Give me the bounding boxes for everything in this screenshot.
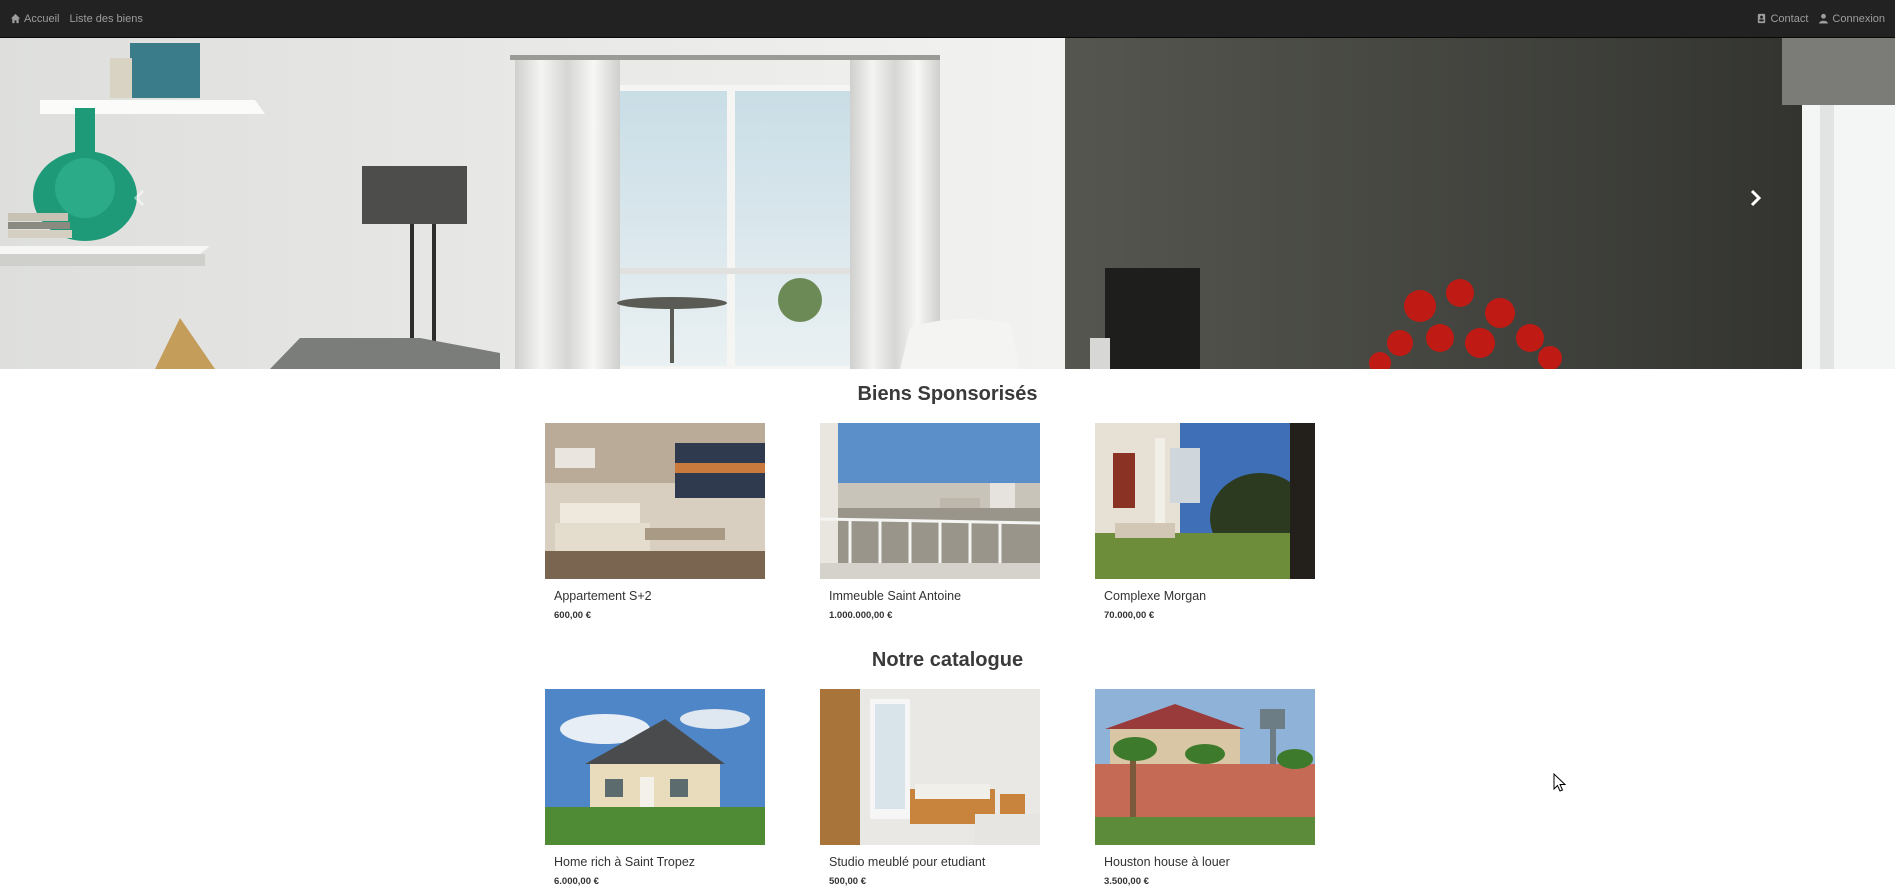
villa-garden-photo (1095, 423, 1315, 579)
property-price: 70.000,00 € (1104, 610, 1155, 621)
top-navbar: Accueil Liste des biens Contact Connexio… (0, 0, 1895, 38)
chevron-left-icon (133, 189, 145, 207)
property-thumbnail[interactable] (820, 689, 1040, 845)
nav-contact-label: Contact (1770, 12, 1809, 25)
property-card[interactable]: Appartement S+2 600,00 € (545, 423, 765, 621)
property-card[interactable]: Home rich à Saint Tropez 6.000,00 € (545, 689, 765, 887)
nav-list-link[interactable]: Liste des biens (69, 13, 142, 25)
hero-carousel (0, 38, 1895, 369)
property-card[interactable]: Complexe Morgan 70.000,00 € (1095, 423, 1315, 621)
property-thumbnail[interactable] (1095, 423, 1315, 579)
catalogue-section-title: Notre catalogue (871, 649, 1024, 671)
nav-login-link[interactable]: Connexion (1818, 13, 1885, 25)
nav-right-group: Contact Connexion (1756, 13, 1885, 25)
nav-list-label: Liste des biens (69, 12, 143, 25)
hero-living-room-image (0, 38, 1895, 369)
property-name[interactable]: Studio meublé pour etudiant (829, 855, 1040, 869)
property-price: 1.000.000,00 € (829, 610, 893, 621)
property-thumbnail[interactable] (1095, 689, 1315, 845)
carousel-prev-button[interactable] (120, 178, 160, 218)
nav-home-label: Accueil (24, 12, 60, 25)
property-thumbnail[interactable] (545, 423, 765, 579)
property-card[interactable]: Studio meublé pour etudiant 500,00 € (820, 689, 1040, 887)
sponsored-section-title: Biens Sponsorisés (857, 383, 1038, 405)
sponsored-grid: Appartement S+2 600,00 € Immeuble Saint … (545, 423, 1360, 621)
property-thumbnail[interactable] (820, 423, 1040, 579)
mouse-cursor-icon (1553, 773, 1567, 792)
nav-home-link[interactable]: Accueil (10, 13, 59, 25)
property-name[interactable]: Home rich à Saint Tropez (554, 855, 765, 869)
carousel-next-button[interactable] (1735, 178, 1775, 218)
property-card[interactable]: Houston house à louer 3.500,00 € (1095, 689, 1315, 887)
property-price: 6.000,00 € (554, 876, 599, 887)
property-name[interactable]: Immeuble Saint Antoine (829, 589, 1040, 603)
property-price: 600,00 € (554, 610, 591, 621)
catalogue-grid: Home rich à Saint Tropez 6.000,00 € Stud… (545, 689, 1360, 887)
property-price: 500,00 € (829, 876, 866, 887)
property-name[interactable]: Complexe Morgan (1104, 589, 1315, 603)
property-price: 3.500,00 € (1104, 876, 1149, 887)
house-lawn-photo (545, 689, 765, 845)
property-thumbnail[interactable] (545, 689, 765, 845)
user-icon (1818, 13, 1829, 24)
chevron-right-icon (1750, 189, 1762, 207)
property-card[interactable]: Immeuble Saint Antoine 1.000.000,00 € (820, 423, 1040, 621)
property-name[interactable]: Houston house à louer (1104, 855, 1315, 869)
balcony-city-photo (820, 423, 1040, 579)
studio-bedroom-photo (820, 689, 1040, 845)
contact-card-icon (1756, 13, 1767, 24)
nav-left-group: Accueil Liste des biens (10, 13, 143, 25)
living-room-photo (545, 423, 765, 579)
house-wall-photo (1095, 689, 1315, 845)
home-icon (10, 13, 21, 24)
property-name[interactable]: Appartement S+2 (554, 589, 765, 603)
nav-contact-link[interactable]: Contact (1756, 13, 1808, 25)
nav-login-label: Connexion (1832, 12, 1885, 25)
